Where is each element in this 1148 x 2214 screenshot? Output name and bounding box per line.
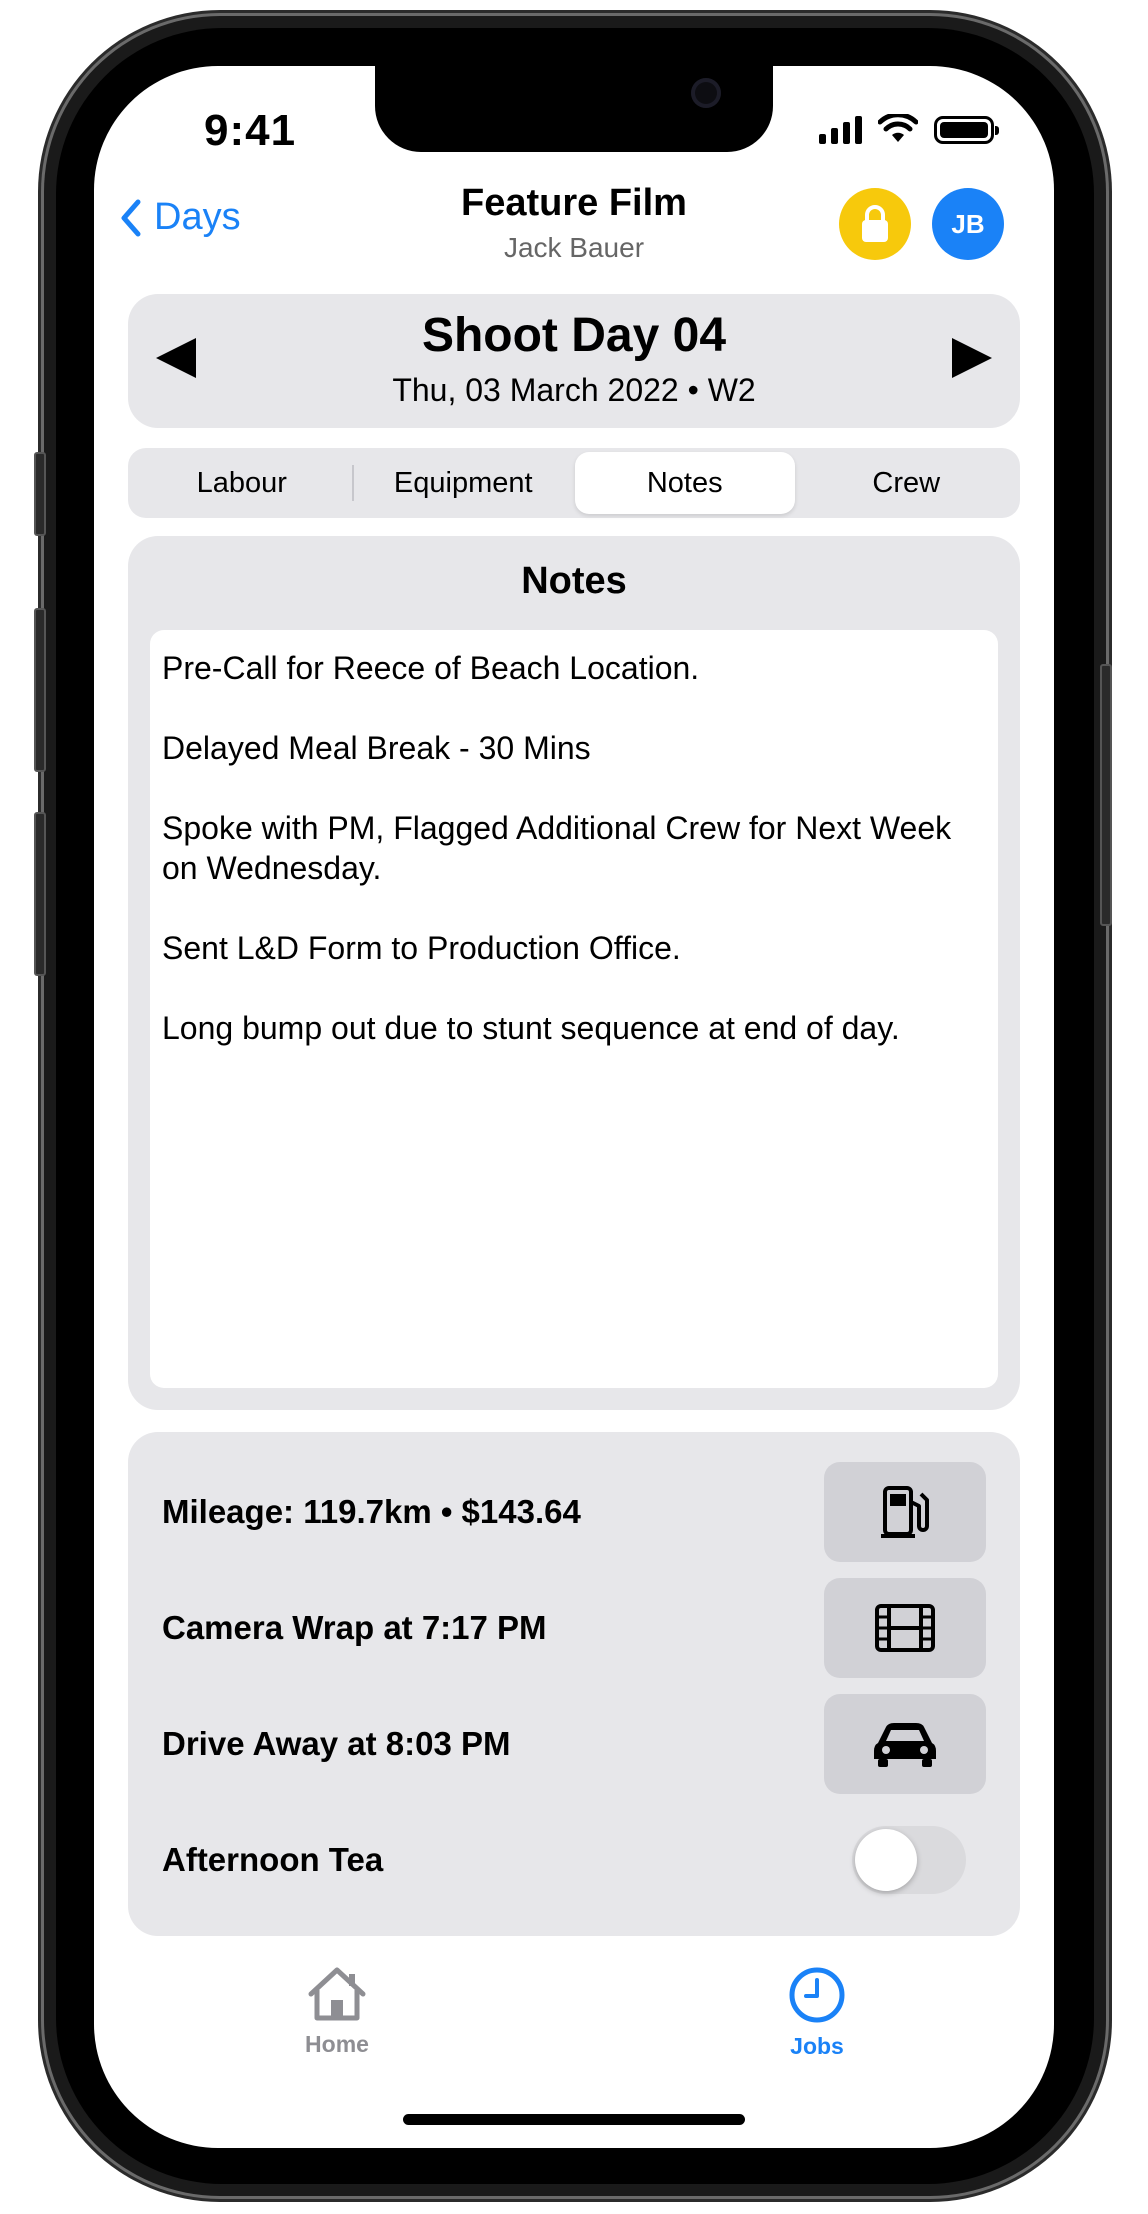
notes-heading: Notes [521,560,627,602]
mileage-label: Mileage: 119.7km • $143.64 [162,1493,581,1530]
screen: 9:41 Days Feature Film Jack Bauer JB Sho… [94,66,1054,2148]
shoot-day-date: Thu, 03 March 2022 • W2 [392,372,756,408]
car-icon [874,1723,936,1767]
shoot-day-title: Shoot Day 04 [421,309,727,362]
fuel-pump-icon [881,1486,929,1538]
day-info-card: Mileage: 119.7km • $143.64 Camera Wrap a… [128,1432,1020,1936]
cellular-signal-icon [819,116,862,144]
battery-icon [934,116,999,144]
toggle-knob [855,1829,917,1891]
home-indicator [403,2114,745,2125]
camera-wrap-button[interactable] [824,1578,986,1678]
wifi-icon [878,114,918,142]
drive-away-label: Drive Away at 8:03 PM [162,1725,511,1762]
status-time: 9:41 [204,106,297,155]
volume-up-button [34,608,46,772]
lock-icon [862,205,888,242]
notes-text-area[interactable]: Pre-Call for Reece of Beach Location. De… [150,630,998,1388]
tab-equipment[interactable]: Equipment [354,452,574,514]
note-line: Long bump out due to stunt sequence at e… [162,1010,900,1046]
house-icon [308,1967,366,2021]
lock-button[interactable] [839,188,911,260]
next-day-icon[interactable] [952,338,992,378]
shoot-day-card: Shoot Day 04 Thu, 03 March 2022 • W2 [128,294,1020,428]
tab-bar-home[interactable]: Home [237,1966,437,2058]
status-icons [819,114,999,144]
volume-down-button [34,812,46,976]
note-line: Delayed Meal Break - 30 Mins [162,730,591,766]
clock-icon [789,1967,845,2023]
stage: 9:41 Days Feature Film Jack Bauer JB Sho… [0,0,1148,2214]
segmented-control: Labour Equipment Notes Crew [128,448,1020,518]
avatar[interactable]: JB [932,188,1004,260]
afternoon-tea-label: Afternoon Tea [162,1841,384,1878]
tab-notes[interactable]: Notes [575,452,795,514]
afternoon-tea-toggle[interactable] [852,1826,966,1894]
camera-wrap-label: Camera Wrap at 7:17 PM [162,1609,547,1646]
tab-bar-home-label: Home [305,2031,369,2057]
notes-card: Notes Pre-Call for Reece of Beach Locati… [128,536,1020,1410]
drive-away-button[interactable] [824,1694,986,1794]
note-line: Pre-Call for Reece of Beach Location. [162,650,700,686]
note-line: Sent L&D Form to Production Office. [162,930,681,966]
page-subtitle: Jack Bauer [503,232,645,263]
film-icon [875,1604,935,1652]
drive-away-row: Drive Away at 8:03 PM [162,1694,986,1794]
mileage-button[interactable] [824,1462,986,1562]
ring-switch [34,452,46,536]
tab-labour[interactable]: Labour [132,452,352,514]
power-button [1100,664,1112,926]
front-camera [691,78,721,108]
afternoon-tea-row: Afternoon Tea [162,1810,986,1910]
tab-bar-jobs-label: Jobs [790,2033,844,2059]
tab-crew[interactable]: Crew [797,452,1017,514]
mileage-row: Mileage: 119.7km • $143.64 [162,1462,986,1562]
notch [375,66,773,152]
camera-wrap-row: Camera Wrap at 7:17 PM [162,1578,986,1678]
tab-bar-jobs[interactable]: Jobs [717,1966,917,2060]
note-line: Spoke with PM, Flagged Additional Crew f… [162,810,952,886]
